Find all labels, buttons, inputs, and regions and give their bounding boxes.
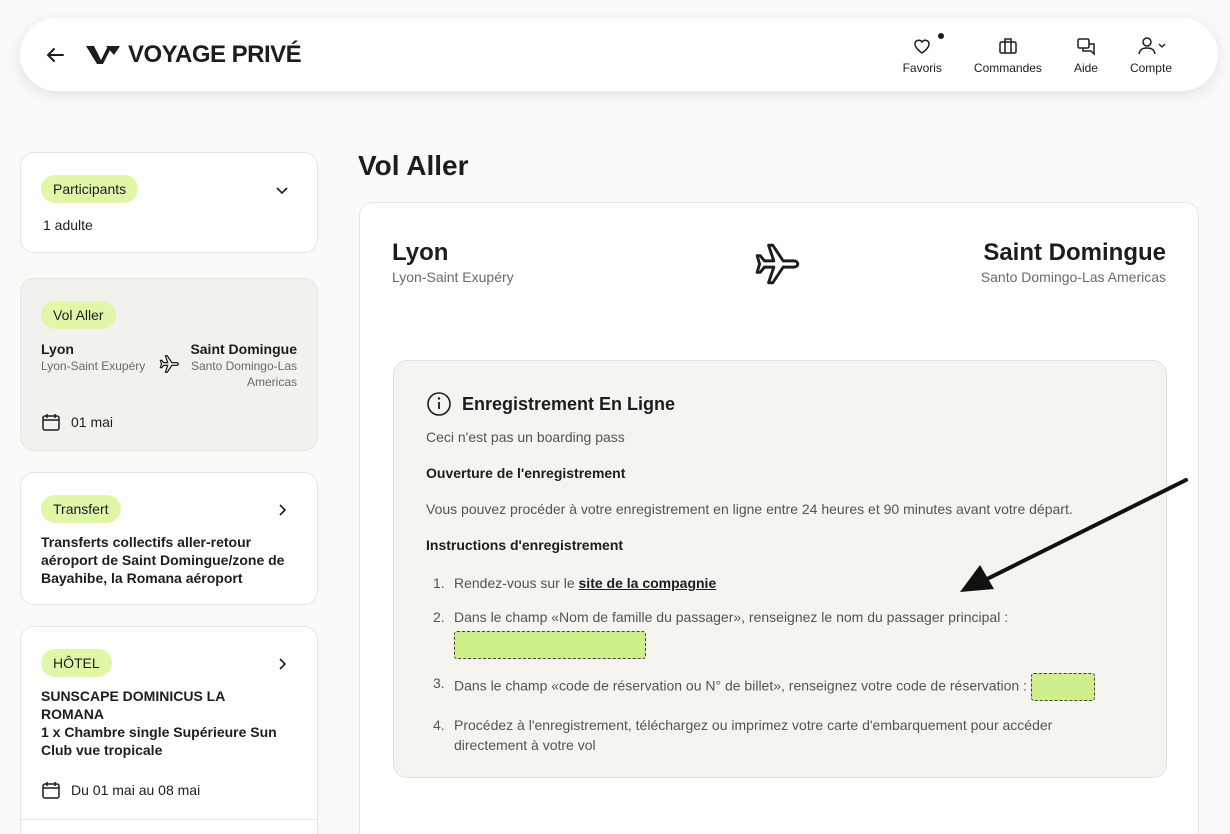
step-number: 1. xyxy=(433,575,445,591)
participants-card[interactable]: Participants 1 adulte xyxy=(20,152,318,253)
nav-label: Favoris xyxy=(902,60,942,75)
step-text: Dans le champ «code de réservation ou N°… xyxy=(454,673,1095,701)
step2-text: Dans le champ «Nom de famille du passage… xyxy=(454,609,1009,625)
hotel-dates: Du 01 mai au 08 mai xyxy=(71,782,201,798)
step-number: 3. xyxy=(433,675,445,691)
heart-icon xyxy=(914,39,930,54)
hotel-description: SUNSCAPE DOMINICUS LA ROMANA 1 x Chambre… xyxy=(41,687,277,759)
header-nav: Favoris Commandes Aide Compte xyxy=(902,32,1172,75)
user-icon xyxy=(1138,36,1166,54)
vol-date: 01 mai xyxy=(71,414,114,430)
brand-name: VOYAGE PRIVÉ xyxy=(128,40,302,68)
participants-pill: Participants xyxy=(41,175,139,203)
info-icon xyxy=(427,392,451,416)
step-text: Rendez-vous sur le site de la compagnie xyxy=(454,573,716,593)
chevron-right-icon[interactable] xyxy=(275,657,289,671)
transfert-description: Transferts collectifs aller-retour aérop… xyxy=(41,533,284,587)
calendar-icon xyxy=(42,782,60,799)
step4-line1: Procédez à l'enregistrement, téléchargez… xyxy=(454,717,1053,733)
hotel-line: 1 x Chambre single Supérieure Sun xyxy=(41,724,277,740)
hotel-pill: HÔTEL xyxy=(41,649,112,677)
hotel-card[interactable]: HÔTEL SUNSCAPE DOMINICUS LA ROMANA 1 x C… xyxy=(20,626,318,834)
vol-to-airport-line2: Americas xyxy=(246,375,297,389)
vol-aller-card[interactable]: Vol Aller Lyon Lyon-Saint Exupéry Saint … xyxy=(20,278,318,451)
back-arrow-icon[interactable] xyxy=(44,44,66,66)
nav-commandes[interactable]: Commandes xyxy=(974,35,1042,75)
vol-to-city: Saint Domingue xyxy=(190,341,297,357)
from-city: Lyon xyxy=(392,239,449,266)
hotel-line: Club vue tropicale xyxy=(41,742,163,758)
chat-icon xyxy=(1077,37,1095,56)
step3-text: Dans le champ «code de réservation ou N°… xyxy=(454,677,1027,694)
chevron-down-icon[interactable] xyxy=(275,183,289,197)
list-item: 4. Procédez à l'enregistrement, téléchar… xyxy=(426,715,1134,755)
notification-dot xyxy=(937,32,944,39)
nav-compte[interactable]: Compte xyxy=(1130,35,1172,75)
nav-favoris[interactable]: Favoris xyxy=(902,32,944,75)
brand-logo[interactable]: VOYAGE PRIVÉ xyxy=(86,40,302,69)
list-item: 3. Dans le champ «code de réservation ou… xyxy=(426,673,1134,701)
step1-prefix: Rendez-vous sur le xyxy=(454,575,575,591)
nav-label: Compte xyxy=(1129,60,1172,75)
nav-aide[interactable]: Aide xyxy=(1074,35,1098,75)
divider xyxy=(21,819,317,820)
redacted-booking-code xyxy=(1030,673,1095,701)
transfert-card[interactable]: Transfert Transferts collectifs aller-re… xyxy=(20,472,318,605)
to-airport: Santo Domingo-Las Americas xyxy=(980,269,1166,285)
plane-icon xyxy=(755,243,800,285)
transfert-pill: Transfert xyxy=(41,495,121,523)
redacted-passenger-name xyxy=(454,631,646,659)
step-text: Dans le champ «Nom de famille du passage… xyxy=(454,607,1008,659)
brand-logo-icon xyxy=(86,45,120,64)
checkin-header: Enregistrement En Ligne xyxy=(426,391,1134,417)
briefcase-icon xyxy=(999,37,1017,54)
top-bar: VOYAGE PRIVÉ Favoris Commandes Aide Comp… xyxy=(20,18,1218,91)
to-city: Saint Domingue xyxy=(983,239,1166,266)
instructions-list: 1. Rendez-vous sur le site de la compagn… xyxy=(426,573,1134,755)
page-title: Vol Aller xyxy=(358,150,469,181)
annotation-arrow-icon xyxy=(960,478,1188,592)
step-text: Procédez à l'enregistrement, téléchargez… xyxy=(454,715,1052,755)
plane-icon xyxy=(159,355,179,373)
participants-value: 1 adulte xyxy=(43,217,93,233)
transfert-line: Bayahibe, la Romana aéroport xyxy=(41,570,243,586)
from-airport: Lyon-Saint Exupéry xyxy=(392,269,514,285)
step-number: 4. xyxy=(433,717,445,733)
vol-to-airport-line1: Santo Domingo-Las xyxy=(190,359,297,373)
vol-from-airport: Lyon-Saint Exupéry xyxy=(41,359,146,373)
nav-label: Commandes xyxy=(973,60,1042,75)
airline-site-link[interactable]: site de la compagnie xyxy=(579,575,717,591)
hotel-line: SUNSCAPE DOMINICUS LA xyxy=(41,688,226,704)
step-number: 2. xyxy=(433,609,445,625)
checkin-note: Ceci n'est pas un boarding pass xyxy=(426,429,625,445)
vol-from-city: Lyon xyxy=(41,341,74,357)
nav-label: Aide xyxy=(1073,60,1098,75)
checkin-title: Enregistrement En Ligne xyxy=(462,393,676,414)
transfert-line: aéroport de Saint Domingue/zone de xyxy=(41,552,285,568)
chevron-right-icon[interactable] xyxy=(275,503,289,517)
vol-aller-pill: Vol Aller xyxy=(41,301,116,329)
calendar-icon xyxy=(42,414,60,431)
step4-line2: directement à votre vol xyxy=(454,737,596,753)
transfert-line: Transferts collectifs aller-retour xyxy=(41,534,252,550)
hotel-line: ROMANA xyxy=(41,706,104,722)
list-item: 2. Dans le champ «Nom de famille du pass… xyxy=(426,607,1134,659)
